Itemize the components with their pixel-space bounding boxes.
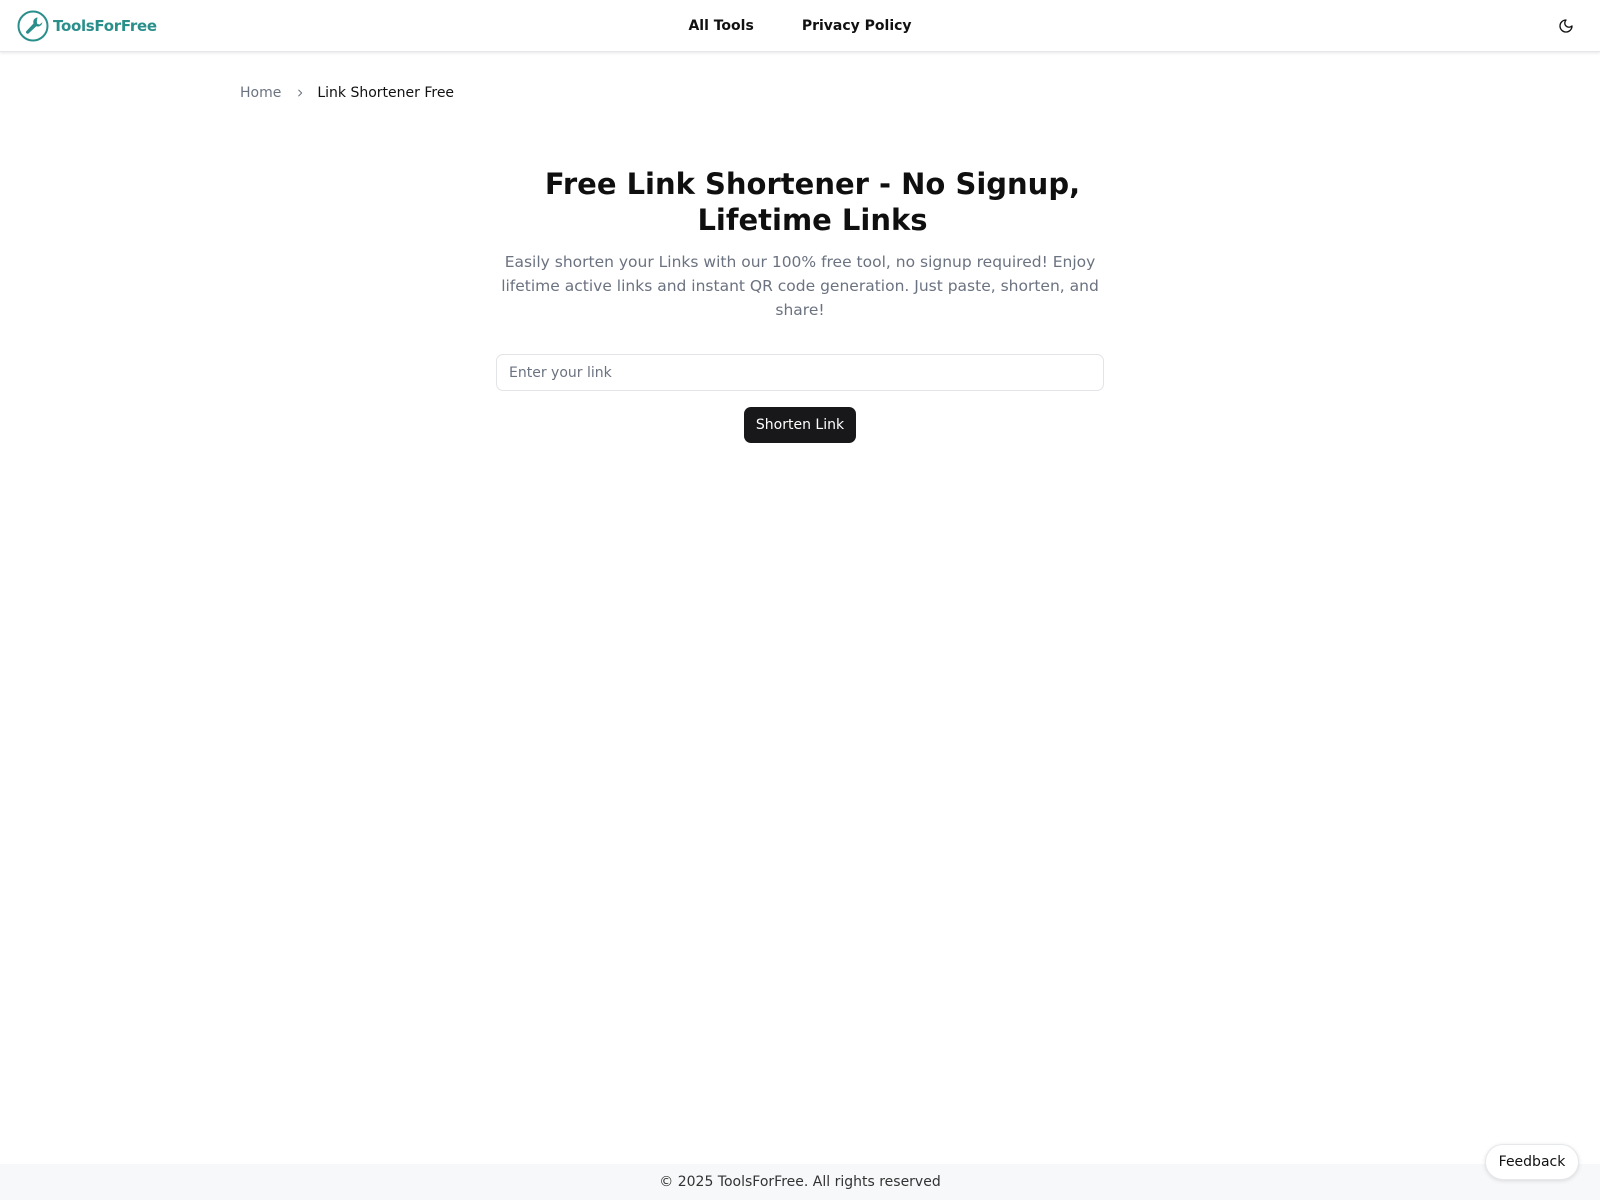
main-nav: All Tools Privacy Policy [0,0,1600,52]
brand-name: ToolsForFree [53,17,157,35]
page-description: Easily shorten your Links with our 100% … [501,253,1099,319]
breadcrumb-home[interactable]: Home [240,85,281,101]
theme-toggle-button[interactable] [1554,14,1578,38]
main-content: Free Link Shortener - No Signup, Lifetim… [0,166,1600,443]
nav-all-tools[interactable]: All Tools [688,18,753,34]
nav-privacy-policy[interactable]: Privacy Policy [802,18,912,34]
moon-icon [1559,19,1573,33]
breadcrumb-current: Link Shortener Free [317,85,455,101]
shorten-link-button[interactable]: Shorten Link [744,407,856,443]
copyright-text: © 2025 ToolsForFree. All rights reserved [659,1174,941,1190]
footer: © 2025 ToolsForFree. All rights reserved [0,1164,1600,1200]
feedback-button[interactable]: Feedback [1485,1144,1579,1180]
page-title: Free Link Shortener - No Signup, Lifetim… [544,167,1081,237]
brand-link[interactable]: ToolsForFree [17,10,157,42]
chevron-right-icon [295,88,305,98]
breadcrumb: Home Link Shortener Free [240,85,454,101]
navbar: ToolsForFree All Tools Privacy Policy [0,0,1600,52]
wrench-icon [17,10,49,42]
link-input[interactable] [496,354,1104,391]
